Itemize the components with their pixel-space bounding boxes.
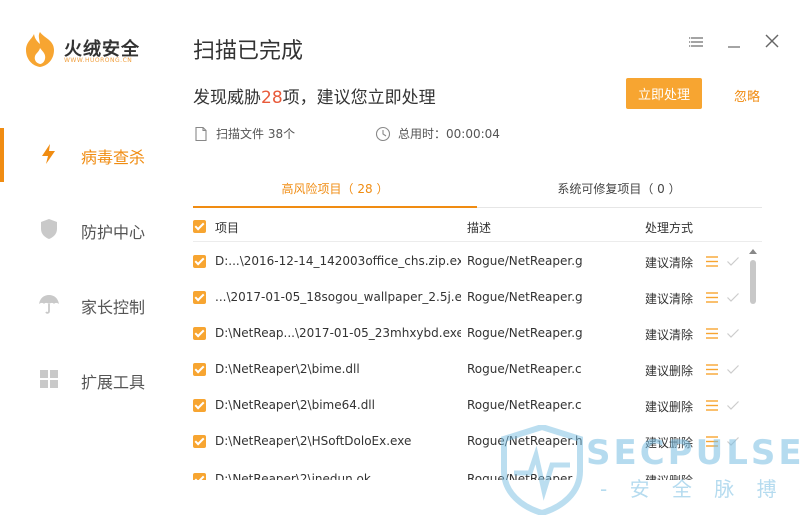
lightning-icon — [42, 144, 55, 164]
sidebar-item-label: 病毒查杀 — [81, 148, 146, 167]
suggested-action: 建议删除 — [645, 436, 694, 450]
threat-list: D:...\2016-12-14_142003office_chs.zip.ex… — [193, 244, 748, 480]
threat-name: Rogue/NetReaper.g — [467, 254, 583, 268]
threat-name: Rogue/NetReaper.h — [467, 434, 583, 448]
sidebar-item-protection[interactable]: 防护中心 — [0, 203, 170, 253]
file-path: D:\NetReaper\2\HSoftDoloEx.exe — [215, 434, 412, 448]
suggested-action: 建议清除 — [645, 292, 694, 306]
row-checkbox[interactable] — [193, 473, 206, 480]
shield-icon — [41, 219, 57, 239]
threat-summary: 发现威胁28项，建议您立即处理 — [193, 83, 436, 108]
table-row[interactable]: D:...\2016-12-14_142003office_chs.zip.ex… — [193, 244, 748, 280]
page-title: 扫描已完成 — [193, 39, 304, 64]
scroll-thumb[interactable] — [750, 260, 756, 304]
file-path: D:...\2016-12-14_142003office_chs.zip.ex… — [215, 254, 461, 268]
column-header-action: 处理方式 — [645, 221, 694, 235]
tab-system-repairable[interactable]: 系统可修复项目（ 0 ） — [477, 178, 761, 208]
handle-now-button[interactable]: 立即处理 — [626, 78, 702, 109]
suggested-action: 建议清除 — [645, 328, 694, 342]
select-all-checkbox[interactable] — [193, 220, 206, 233]
table-row[interactable]: D:\NetReaper\2\bime64.dll Rogue/NetReape… — [193, 388, 748, 424]
table-row[interactable]: D:\NetReaper\2\HSoftDoloEx.exe Rogue/Net… — [193, 424, 748, 460]
scanned-files-info: 扫描文件 38个 — [193, 125, 295, 142]
table-header: 项目 描述 处理方式 — [193, 212, 762, 242]
action-menu-icon[interactable] — [705, 435, 719, 448]
sidebar-item-extensions[interactable]: 扩展工具 — [0, 353, 170, 403]
tab-high-risk[interactable]: 高风险项目（ 28 ） — [193, 178, 477, 208]
column-header-desc: 描述 — [467, 221, 492, 235]
minimize-icon[interactable] — [725, 33, 745, 51]
logo-url: WWW.HUORONG.CN — [64, 57, 133, 64]
file-path: D:\NetReaper\2\inedun.ok... — [215, 472, 383, 480]
row-checkbox[interactable] — [193, 327, 206, 340]
row-checkbox[interactable] — [193, 291, 206, 304]
ignore-link[interactable]: 忽略 — [734, 86, 760, 105]
suggested-action: 建议清除 — [645, 256, 694, 270]
checkmark-icon[interactable] — [726, 398, 740, 412]
close-icon[interactable] — [762, 33, 782, 51]
row-checkbox[interactable] — [193, 399, 206, 412]
checkmark-icon[interactable] — [726, 290, 740, 304]
scanned-files-label: 扫描文件 38个 — [216, 127, 296, 141]
threat-name: Rogue/NetReaper. — [467, 472, 576, 480]
table-row[interactable]: D:\NetReap...\2017-01-05_23mhxybd.exe Ro… — [193, 316, 748, 352]
checkmark-icon[interactable] — [726, 434, 740, 448]
action-menu-icon[interactable] — [705, 255, 719, 268]
threat-name: Rogue/NetReaper.c — [467, 398, 582, 412]
result-tabs: 高风险项目（ 28 ） 系统可修复项目（ 0 ） — [193, 178, 762, 208]
active-indicator — [0, 128, 4, 182]
sidebar-item-label: 家长控制 — [81, 298, 146, 317]
action-menu-icon[interactable] — [705, 363, 719, 376]
threat-name: Rogue/NetReaper.g — [467, 290, 583, 304]
file-path: D:\NetReaper\2\bime.dll — [215, 362, 360, 376]
action-menu-icon[interactable] — [705, 327, 719, 340]
checkmark-icon[interactable] — [726, 362, 740, 376]
action-menu-icon[interactable] — [705, 291, 719, 304]
threat-name: Rogue/NetReaper.g — [467, 326, 583, 340]
suggested-action: 建议删除 — [645, 364, 694, 378]
app-logo: 火绒安全 WWW.HUORONG.CN — [22, 30, 172, 70]
file-icon — [195, 126, 207, 141]
scrollbar[interactable] — [748, 244, 758, 480]
checkmark-icon[interactable] — [726, 254, 740, 268]
file-path: ...\2017-01-05_18sogou_wallpaper_2.5j.ex… — [215, 290, 461, 304]
file-path: D:\NetReaper\2\bime64.dll — [215, 398, 375, 412]
grid-icon — [40, 370, 58, 388]
elapsed-time-label: 总用时：00:00:04 — [398, 127, 500, 141]
table-row[interactable]: D:\NetReaper\2\inedun.ok... Rogue/NetRea… — [193, 462, 748, 480]
summary-suffix: 项，建议您立即处理 — [282, 88, 436, 108]
file-path: D:\NetReap...\2017-01-05_23mhxybd.exe — [215, 326, 461, 340]
flame-shield-icon — [26, 32, 54, 67]
sidebar-item-virus-scan[interactable]: 病毒查杀 — [0, 128, 170, 182]
clock-icon — [375, 126, 391, 141]
checkmark-icon[interactable] — [726, 326, 740, 340]
table-row[interactable]: D:\NetReaper\2\bime.dll Rogue/NetReaper.… — [193, 352, 748, 388]
action-menu-icon[interactable] — [705, 399, 719, 412]
sidebar-item-parental-control[interactable]: 家长控制 — [0, 278, 170, 328]
sidebar-item-label: 防护中心 — [81, 223, 146, 242]
threat-name: Rogue/NetReaper.c — [467, 362, 582, 376]
umbrella-icon — [39, 295, 59, 314]
scroll-up-arrow-icon[interactable] — [749, 248, 757, 254]
suggested-action: 建议删除 — [645, 472, 693, 480]
elapsed-time-info: 总用时：00:00:04 — [375, 125, 500, 142]
row-checkbox[interactable] — [193, 435, 206, 448]
summary-prefix: 发现威胁 — [193, 88, 261, 108]
sidebar: 火绒安全 WWW.HUORONG.CN 病毒查杀 防护中心 家长控制 扩展工具 — [0, 0, 170, 515]
suggested-action: 建议删除 — [645, 400, 694, 414]
row-checkbox[interactable] — [193, 255, 206, 268]
sidebar-item-label: 扩展工具 — [81, 373, 146, 392]
table-row[interactable]: ...\2017-01-05_18sogou_wallpaper_2.5j.ex… — [193, 280, 748, 316]
column-header-item: 项目 — [215, 221, 240, 235]
row-checkbox[interactable] — [193, 363, 206, 376]
menu-icon[interactable] — [688, 33, 708, 51]
threat-count: 28 — [261, 88, 283, 108]
